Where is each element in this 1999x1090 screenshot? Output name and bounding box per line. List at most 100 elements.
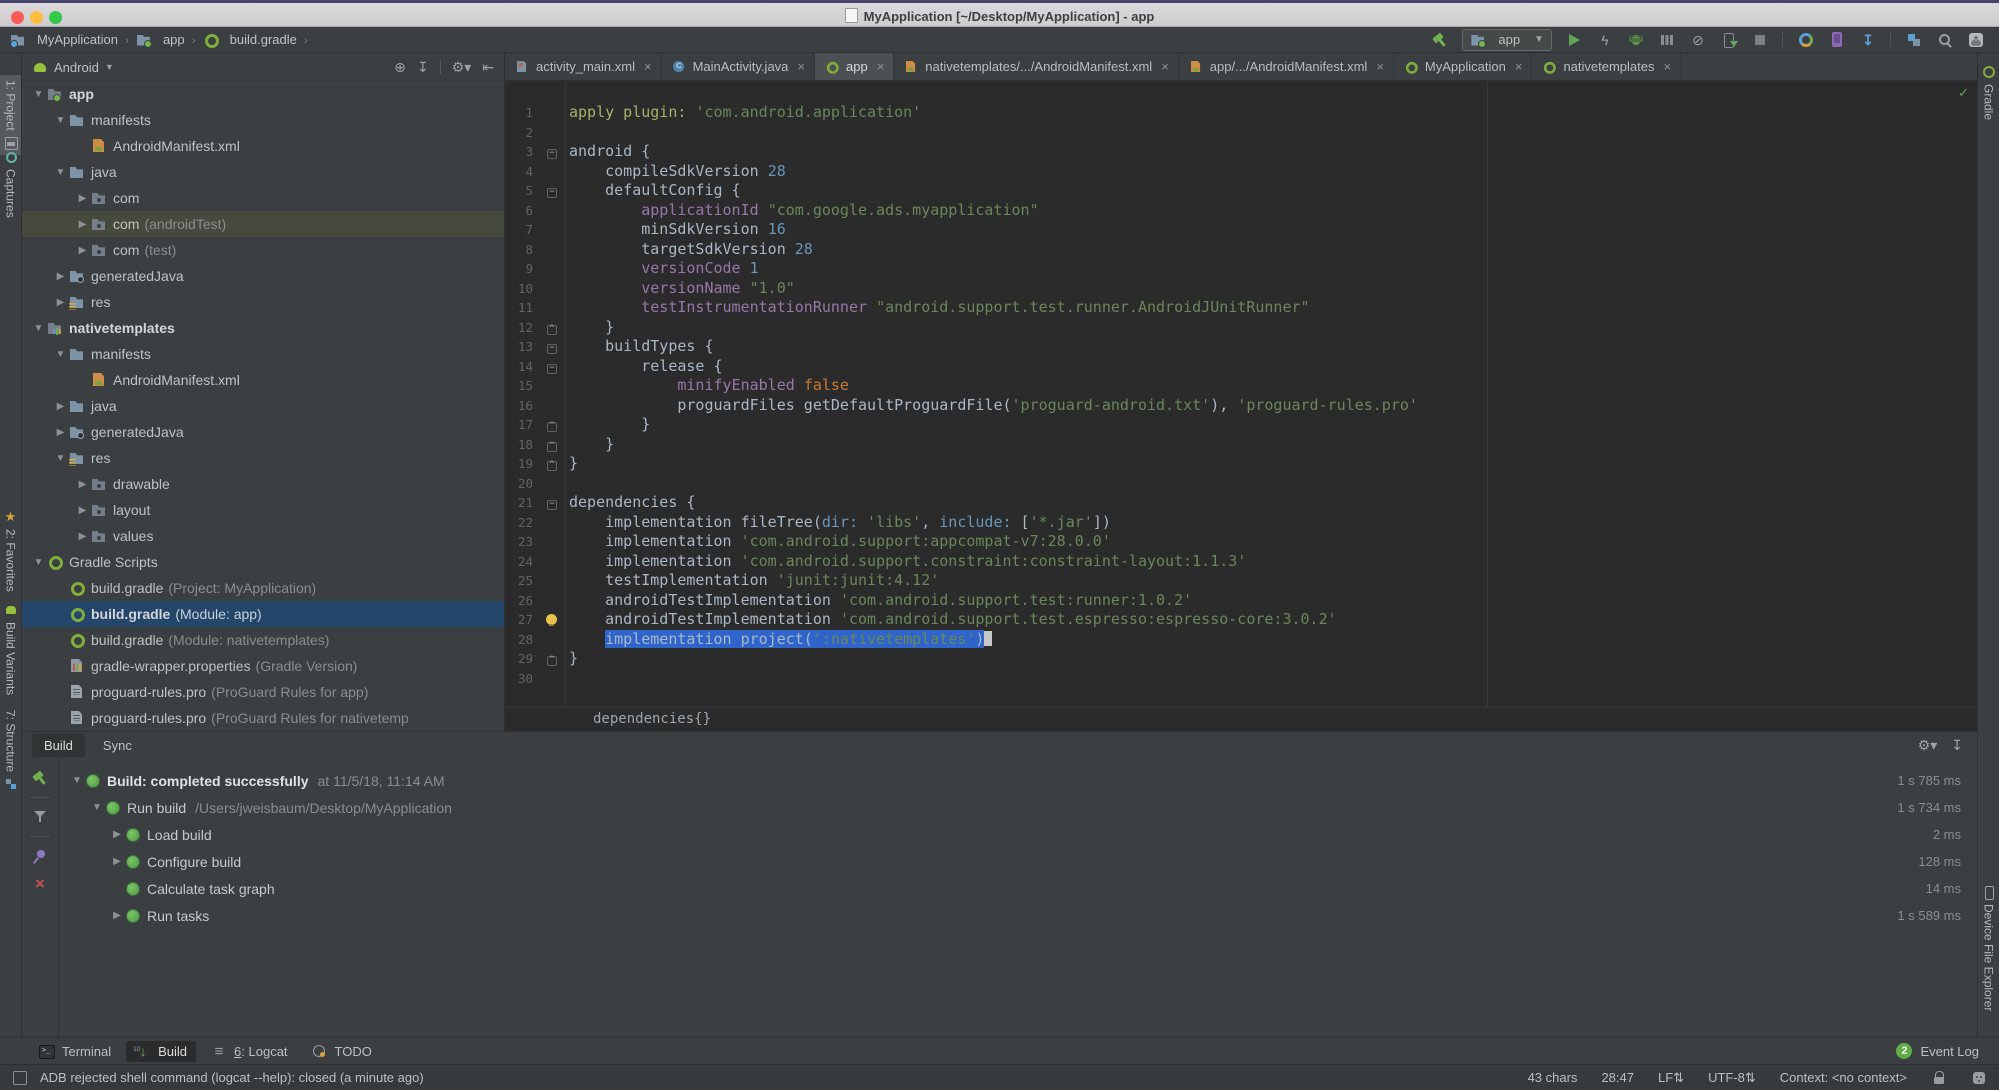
- sdk-manager-icon[interactable]: ↧: [1859, 31, 1877, 49]
- code-line[interactable]: 15 minifyEnabled false: [505, 376, 1977, 396]
- tree-expanded-icon[interactable]: ▼: [30, 557, 47, 568]
- tree-collapsed-icon[interactable]: ▶: [52, 427, 69, 438]
- code-line[interactable]: 28 implementation project(':nativetempla…: [505, 629, 1977, 650]
- tree-row[interactable]: AndroidManifest.xml: [22, 133, 504, 159]
- tree-expanded-icon[interactable]: ▼: [68, 775, 86, 786]
- tree-row[interactable]: build.gradle (Module: nativetemplates): [22, 627, 504, 653]
- code-line[interactable]: 20: [505, 474, 1977, 494]
- stop-icon[interactable]: [1751, 31, 1769, 49]
- build-tab-sync[interactable]: Sync: [91, 734, 144, 757]
- close-icon[interactable]: ×: [644, 59, 652, 74]
- tree-expanded-icon[interactable]: ▼: [30, 323, 47, 334]
- tree-expanded-icon[interactable]: ▼: [52, 115, 69, 126]
- apply-changes-icon[interactable]: ϟ: [1596, 31, 1614, 49]
- tree-row[interactable]: ▼ Gradle Scripts: [22, 549, 504, 575]
- fold-collapse-icon[interactable]: −: [547, 500, 557, 510]
- tree-expanded-icon[interactable]: ▼: [52, 453, 69, 464]
- build-tree-row[interactable]: ▶ Configure build 128 ms: [58, 848, 1977, 875]
- build-tree-row[interactable]: ▼ Run build/Users/jweisbaum/Desktop/MyApp…: [58, 794, 1977, 821]
- code-line[interactable]: 7 minSdkVersion 16: [505, 220, 1977, 240]
- code-line[interactable]: 30: [505, 669, 1977, 689]
- code-line[interactable]: 24 implementation 'com.android.support.c…: [505, 552, 1977, 572]
- fold-marker[interactable]: ^: [541, 435, 563, 455]
- project-structure-icon[interactable]: [1905, 31, 1923, 49]
- fold-marker[interactable]: ^: [541, 454, 563, 474]
- code-line[interactable]: 25 testImplementation 'junit:junit:4.12': [505, 571, 1977, 591]
- tree-row[interactable]: ▶ com (test): [22, 237, 504, 263]
- build-tree-row[interactable]: ▼ Build: completed successfully at 11/5/18…: [58, 767, 1977, 794]
- tree-expanded-icon[interactable]: ▼: [52, 349, 69, 360]
- build-hammer-icon[interactable]: [1431, 31, 1449, 49]
- hide-panel-icon[interactable]: ⇤: [482, 59, 494, 76]
- search-everywhere-icon[interactable]: [1936, 31, 1954, 49]
- fold-marker[interactable]: ^: [541, 318, 563, 338]
- code-line[interactable]: 17 ^ }: [505, 415, 1977, 435]
- code-line[interactable]: 5 − defaultConfig {: [505, 181, 1977, 201]
- code-line[interactable]: 13 − buildTypes {: [505, 337, 1977, 357]
- hector-highlighting-icon[interactable]: [1971, 1070, 1987, 1086]
- toolwindow-button-terminal[interactable]: Terminal: [30, 1041, 120, 1062]
- fold-collapse-icon[interactable]: −: [547, 149, 557, 159]
- code-line[interactable]: 4 compileSdkVersion 28: [505, 162, 1977, 182]
- sidebar-item-device-file-explorer[interactable]: Device File Explorer: [1978, 880, 1999, 1016]
- tree-row[interactable]: ▶ values: [22, 523, 504, 549]
- tree-row[interactable]: ▼ manifests: [22, 107, 504, 133]
- settings-icon[interactable]: ⚙▾: [1918, 737, 1938, 754]
- tree-collapsed-icon[interactable]: ▶: [74, 219, 91, 230]
- tree-collapsed-icon[interactable]: ▶: [108, 856, 126, 867]
- tree-expanded-icon[interactable]: ▼: [30, 89, 47, 100]
- lock-icon[interactable]: [1931, 1070, 1947, 1086]
- code-line[interactable]: 10 versionName "1.0": [505, 279, 1977, 299]
- fold-marker[interactable]: −: [541, 181, 563, 201]
- device-run-icon[interactable]: [1720, 31, 1738, 49]
- editor-tab[interactable]: MainActivity.java ×: [662, 53, 815, 80]
- tree-row[interactable]: ▶ com: [22, 185, 504, 211]
- tree-row[interactable]: ▼ res: [22, 445, 504, 471]
- toolwindow-button-todo[interactable]: TODO: [303, 1041, 381, 1062]
- code-line[interactable]: 9 versionCode 1: [505, 259, 1977, 279]
- build-tree-row[interactable]: ▶ Load build 2 ms: [58, 821, 1977, 848]
- code-line[interactable]: 19 ^}: [505, 454, 1977, 474]
- tree-expanded-icon[interactable]: ▼: [88, 802, 106, 813]
- run-configuration-dropdown[interactable]: app ▼: [1462, 28, 1552, 51]
- fold-expand-icon[interactable]: ^: [547, 324, 557, 335]
- code-line[interactable]: 2: [505, 123, 1977, 143]
- editor-tab[interactable]: app ×: [815, 53, 895, 80]
- status-widget-1[interactable]: 28:47: [1601, 1070, 1634, 1085]
- editor-tab[interactable]: app/.../AndroidManifest.xml ×: [1179, 53, 1394, 80]
- code-line[interactable]: 29 ^}: [505, 649, 1977, 669]
- fold-expand-icon[interactable]: ^: [547, 461, 557, 471]
- code-line[interactable]: 21 − dependencies {: [505, 493, 1977, 513]
- run-icon[interactable]: [1565, 31, 1583, 49]
- code-line[interactable]: 11 testInstrumentationRunner "android.su…: [505, 298, 1977, 318]
- tree-row[interactable]: ▶ drawable: [22, 471, 504, 497]
- tree-row[interactable]: build.gradle (Project: MyApplication): [22, 575, 504, 601]
- tree-row[interactable]: ▶ com (androidTest): [22, 211, 504, 237]
- code-line[interactable]: 8 targetSdkVersion 28: [505, 240, 1977, 260]
- tree-row[interactable]: ▼ nativetemplates: [22, 315, 504, 341]
- pin-icon[interactable]: [31, 847, 49, 865]
- status-widget-3[interactable]: UTF-8⇅: [1708, 1070, 1756, 1086]
- build-tree-row[interactable]: Calculate task graph 14 ms: [58, 875, 1977, 902]
- code-line[interactable]: 22 implementation fileTree(dir: 'libs', …: [505, 513, 1977, 533]
- fold-marker[interactable]: −: [541, 357, 563, 377]
- fold-expand-icon[interactable]: ^: [547, 441, 557, 452]
- fold-expand-icon[interactable]: ^: [547, 656, 557, 666]
- code-line[interactable]: 3 − android {: [505, 142, 1977, 162]
- build-tab-build[interactable]: Build: [32, 734, 85, 757]
- editor-tab[interactable]: nativetemplates/.../AndroidManifest.xml ×: [894, 53, 1179, 80]
- fold-marker[interactable]: −: [541, 142, 563, 162]
- code-line[interactable]: 18 ^ }: [505, 435, 1977, 455]
- tree-row[interactable]: ▼ java: [22, 159, 504, 185]
- tree-row[interactable]: proguard-rules.pro (ProGuard Rules for ap…: [22, 679, 504, 705]
- settings-icon[interactable]: ⚙▾: [452, 59, 472, 76]
- fold-marker[interactable]: −: [541, 493, 563, 513]
- code-line[interactable]: 27 androidTestImplementation 'com.androi…: [505, 610, 1977, 630]
- close-icon[interactable]: ×: [1664, 59, 1672, 74]
- tree-collapsed-icon[interactable]: ▶: [52, 401, 69, 412]
- editor-tab[interactable]: nativetemplates ×: [1532, 53, 1682, 80]
- build-hammer-icon[interactable]: [31, 769, 49, 787]
- tree-row[interactable]: proguard-rules.pro (ProGuard Rules for na…: [22, 705, 504, 731]
- close-icon[interactable]: ×: [877, 59, 885, 74]
- collapse-all-icon[interactable]: ↧: [417, 59, 429, 76]
